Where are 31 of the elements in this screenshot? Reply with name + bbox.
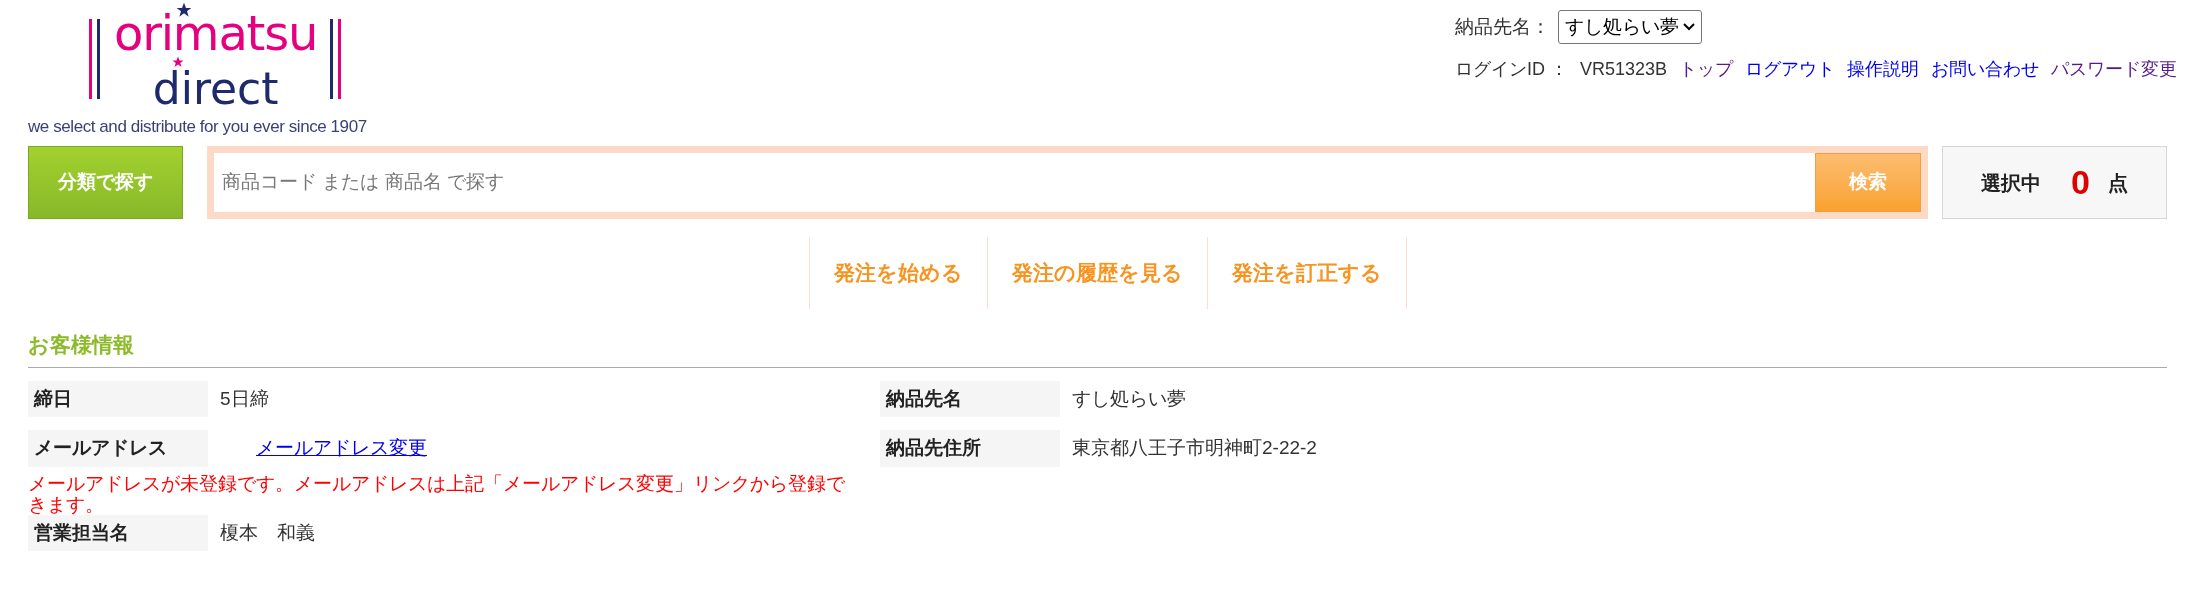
logo-tagline: we select and distribute for you ever since 1907 xyxy=(28,116,368,138)
header-link[interactable]: お問い合わせ xyxy=(1931,56,2039,83)
field-label: 締日 xyxy=(28,380,208,417)
field-value: 5日締 xyxy=(220,386,269,411)
email-warning: メールアドレスが未登録です。メールアドレスは上記「メールアドレス変更」リンクから登録できます。 xyxy=(28,472,846,515)
field-value: すし処らい夢 xyxy=(1072,386,1186,411)
selected-label: 選択中 xyxy=(1981,170,2042,196)
login-label: ログインID ： xyxy=(1454,58,1568,81)
field-label: 納品先住所 xyxy=(880,430,1060,467)
double-bar-icon xyxy=(88,19,102,99)
chevron-icon xyxy=(1682,22,1695,32)
double-bar-icon xyxy=(329,19,344,99)
login-id: VR51323B xyxy=(1579,58,1667,81)
header-link[interactable]: ログアウト xyxy=(1745,56,1835,83)
selected-unit: 点 xyxy=(2107,170,2128,196)
header-link[interactable]: 操作説明 xyxy=(1847,56,1919,83)
header-link[interactable]: トップ xyxy=(1679,56,1733,83)
selected-count: 0 xyxy=(2071,162,2090,203)
field-label: 納品先名 xyxy=(880,380,1060,417)
logo-text: orimatsu xyxy=(114,10,318,56)
email-change-link[interactable]: メールアドレス変更 xyxy=(256,434,427,463)
delivery-label: 納品先名： xyxy=(1454,14,1550,39)
field-value: 東京都八王子市明神町2-22-2 xyxy=(1072,436,1317,460)
logo-text: direct xyxy=(152,70,279,108)
delivery-select[interactable]: すし処らい夢 xyxy=(1557,10,1702,44)
star-icon xyxy=(172,56,184,68)
field-label: メールアドレス xyxy=(28,430,208,467)
section-title: お客様情報 xyxy=(28,333,134,356)
field-value: 榎本 和義 xyxy=(220,520,315,545)
header-link[interactable]: パスワード変更 xyxy=(2051,56,2177,83)
field-label: 営業担当名 xyxy=(28,514,208,551)
